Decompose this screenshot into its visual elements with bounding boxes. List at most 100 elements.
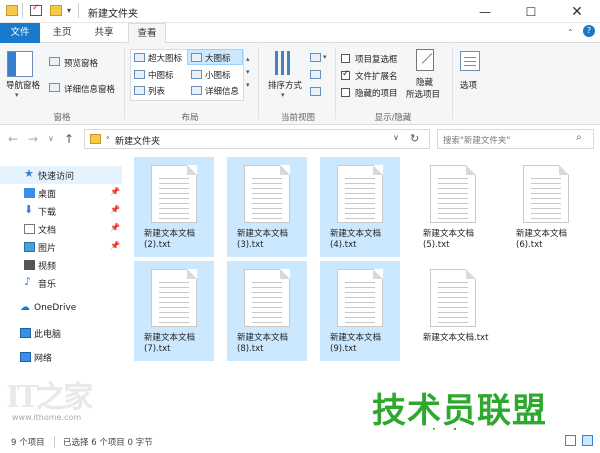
hide-selected-label-1[interactable]: 隐藏 — [416, 76, 433, 88]
details-view-icon[interactable] — [565, 435, 576, 446]
back-icon[interactable]: ← — [8, 132, 18, 146]
file-name-line-2: (4).txt — [330, 240, 357, 250]
file-extensions-checkbox[interactable] — [341, 69, 350, 80]
file-item[interactable]: 新建文本文档.txt — [413, 261, 493, 361]
layout-group-label: 布局 — [181, 113, 199, 123]
sort-by-button[interactable]: 排序方式 — [268, 79, 302, 91]
sidebar-item-network[interactable]: 网络 — [0, 348, 122, 366]
search-icon[interactable]: ⌕ — [576, 132, 582, 143]
sidebar-item-pictures[interactable]: 图片 📌 — [0, 238, 122, 256]
medium-icons-icon — [134, 70, 145, 79]
layout-medium[interactable]: 中图标 — [148, 69, 174, 81]
help-icon[interactable]: ? — [583, 25, 595, 37]
file-name: 新建文本文档 (7).txt — [134, 333, 214, 355]
sidebar-item-onedrive[interactable]: ☁ OneDrive — [0, 300, 122, 318]
sort-by-icon[interactable] — [275, 51, 295, 75]
file-item[interactable]: 新建文本文档 (7).txt — [134, 261, 214, 361]
list-icon — [134, 86, 145, 95]
preview-pane-button[interactable]: 预览窗格 — [64, 57, 98, 69]
details-icon — [191, 86, 202, 95]
add-columns-icon[interactable] — [310, 70, 321, 79]
group-by-icon[interactable] — [310, 53, 321, 62]
maximize-button[interactable]: ☐ — [508, 0, 554, 23]
file-name-line-1: 新建文本文档 — [516, 229, 568, 239]
sidebar-item-downloads[interactable]: ⬇ 下载 📌 — [0, 202, 122, 220]
hidden-items-checkbox[interactable] — [341, 88, 350, 97]
collapse-ribbon-icon[interactable]: ⌃ — [567, 28, 574, 37]
pin-icon[interactable]: 📌 — [110, 223, 120, 232]
address-dropdown-icon[interactable]: ∨ — [393, 133, 399, 142]
chevron-down-icon[interactable]: ▾ — [15, 91, 19, 99]
file-name-line-1: 新建文本文档.txt — [423, 333, 489, 343]
navigation-pane-button[interactable]: 导航窗格 — [6, 79, 40, 91]
hide-selected-icon[interactable] — [416, 49, 434, 71]
search-input[interactable]: 搜索"新建文件夹" — [443, 134, 510, 146]
file-item[interactable]: 新建文本文档 (2).txt — [134, 157, 214, 257]
file-name-line-2: (3).txt — [237, 240, 264, 250]
separator — [124, 47, 125, 119]
text-file-icon — [523, 165, 569, 223]
large-icons-icon — [191, 53, 202, 62]
pin-icon[interactable]: 📌 — [110, 205, 120, 214]
text-file-icon — [337, 165, 383, 223]
breadcrumb-chevron-icon[interactable]: › — [106, 133, 110, 143]
forward-icon[interactable]: → — [28, 132, 38, 146]
hide-selected-label-2[interactable]: 所选项目 — [406, 88, 440, 100]
file-name: 新建文本文档 (8).txt — [227, 333, 307, 355]
sidebar-item-desktop[interactable]: 桌面 📌 — [0, 184, 122, 202]
navigation-pane-icon[interactable] — [7, 51, 33, 77]
tab-share[interactable]: 共享 — [85, 23, 123, 43]
tab-home[interactable]: 主页 — [43, 23, 81, 43]
layout-list[interactable]: 列表 — [148, 85, 165, 97]
sidebar-item-label: OneDrive — [34, 303, 77, 313]
address-row: ← → ∨ ↑ › 新建文件夹 ∨ ↻ 搜索"新建文件夹" ⌕ — [0, 125, 600, 153]
details-pane-button[interactable]: 详细信息窗格 — [64, 83, 115, 95]
item-checkboxes-checkbox[interactable] — [341, 54, 350, 63]
preview-pane-icon[interactable] — [49, 57, 60, 66]
large-icons-view-icon[interactable] — [582, 435, 593, 446]
up-icon[interactable]: ↑ — [64, 132, 74, 146]
file-name-line-2: (8).txt — [237, 344, 264, 354]
options-button[interactable]: 选项 — [460, 79, 477, 91]
address-bar[interactable]: › 新建文件夹 ∨ ↻ — [84, 129, 430, 149]
file-item[interactable]: 新建文本文档 (4).txt — [320, 157, 400, 257]
file-item[interactable]: 新建文本文档 (6).txt — [506, 157, 586, 257]
size-columns-icon[interactable] — [310, 87, 321, 96]
close-button[interactable]: ✕ — [554, 0, 600, 23]
sidebar-item-label: 视频 — [38, 262, 57, 272]
sidebar-item-videos[interactable]: 视频 — [0, 256, 122, 274]
pin-icon[interactable]: 📌 — [110, 241, 120, 250]
file-name-line-2: (7).txt — [144, 344, 171, 354]
file-item[interactable]: 新建文本文档 (9).txt — [320, 261, 400, 361]
layout-details[interactable]: 详细信息 — [205, 85, 239, 97]
breadcrumb-current[interactable]: 新建文件夹 — [115, 134, 160, 147]
separator — [258, 47, 259, 119]
panes-group-label: 窗格 — [53, 113, 71, 123]
customize-quick-access-icon[interactable]: ▾ — [67, 6, 71, 15]
layout-extra-large[interactable]: 超大图标 — [148, 52, 182, 64]
refresh-icon[interactable]: ↻ — [410, 132, 419, 145]
chevron-down-icon[interactable]: ▾ — [281, 91, 285, 99]
sidebar-item-documents[interactable]: 文档 📌 — [0, 220, 122, 238]
search-box[interactable]: 搜索"新建文件夹" ⌕ — [437, 129, 594, 149]
file-item[interactable]: 新建文本文档 (5).txt — [413, 157, 493, 257]
properties-icon[interactable]: ✓ — [30, 3, 42, 16]
sidebar-item-music[interactable]: ♪ 音乐 — [0, 274, 122, 292]
file-item[interactable]: 新建文本文档 (8).txt — [227, 261, 307, 361]
file-item[interactable]: 新建文本文档 (3).txt — [227, 157, 307, 257]
ithome-url: www.ithome.com — [12, 413, 82, 422]
gallery-scroll-icon[interactable]: ▴ ▾ ▾ — [246, 53, 250, 92]
minimize-button[interactable]: — — [462, 0, 508, 23]
layout-large[interactable]: 大图标 — [205, 52, 231, 64]
layout-small[interactable]: 小图标 — [205, 69, 231, 81]
tab-view[interactable]: 查看 — [128, 23, 166, 44]
folder-icon — [90, 134, 101, 144]
details-pane-icon[interactable] — [49, 83, 60, 92]
recent-locations-icon[interactable]: ∨ — [48, 134, 54, 143]
new-folder-icon[interactable] — [50, 5, 62, 16]
sidebar-item-this-pc[interactable]: 此电脑 — [0, 324, 122, 342]
chevron-down-icon[interactable]: ▾ — [323, 53, 327, 61]
options-icon[interactable] — [460, 51, 480, 71]
sidebar-item-quick-access[interactable]: ★ 快速访问 — [0, 166, 122, 184]
pin-icon[interactable]: 📌 — [110, 187, 120, 196]
